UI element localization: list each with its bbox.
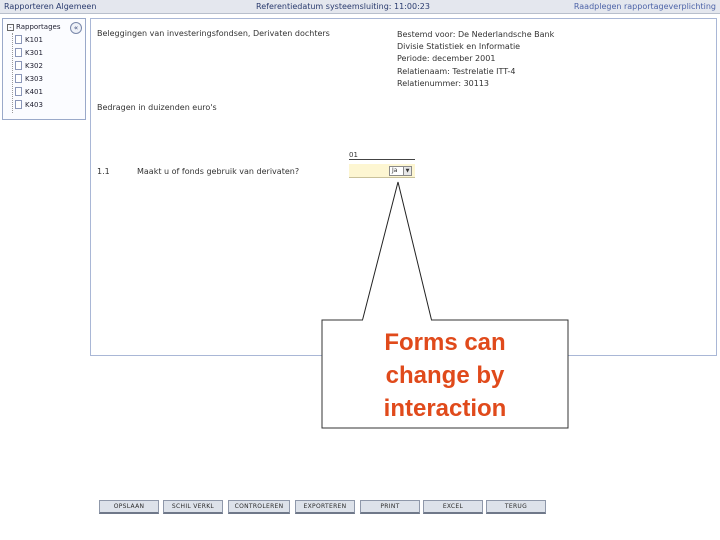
callout-line: interaction <box>383 395 507 422</box>
answer-select[interactable]: Ja ▼ <box>389 166 412 176</box>
amount-unit-note: Bedragen in duizenden euro's <box>97 103 217 112</box>
collapse-panel-button[interactable]: « <box>70 22 82 34</box>
callout-text: Forms can change by interaction <box>322 326 568 425</box>
menu-item-algemeen[interactable]: Algemeen <box>56 2 96 11</box>
save-button[interactable]: OPSLAAN <box>99 500 159 514</box>
question-label: Maakt u of fonds gebruik van derivaten? <box>137 167 300 176</box>
action-button-row: OPSLAAN SCHIL VERKL CONTROLEREN EXPORTER… <box>0 500 720 516</box>
info-line: Divisie Statistiek en Informatie <box>397 42 521 52</box>
back-button[interactable]: TERUG <box>486 500 546 514</box>
tree-item-label: K401 <box>25 87 43 96</box>
consult-obligation-link[interactable]: Raadplegen rapportageverplichting <box>574 2 716 11</box>
tree-root-label: Rapportages <box>16 23 61 31</box>
expand-box-icon[interactable]: - <box>7 23 14 31</box>
tree-item[interactable]: K301 <box>15 48 43 57</box>
form-title: Beleggingen van investeringsfondsen, Der… <box>97 29 330 38</box>
tree-item[interactable]: K303 <box>15 74 43 83</box>
tree-item-label: K301 <box>25 48 43 57</box>
tree-item[interactable]: K302 <box>15 61 43 70</box>
column-underline <box>349 159 415 160</box>
document-icon <box>15 100 22 109</box>
tree-item[interactable]: K403 <box>15 100 43 109</box>
question-number: 1.1 <box>97 167 110 176</box>
excel-button[interactable]: EXCEL <box>423 500 483 514</box>
export-button[interactable]: EXPORTEREN <box>295 500 355 514</box>
callout-line: change by <box>385 362 505 389</box>
dropdown-arrow-icon[interactable]: ▼ <box>403 167 411 175</box>
report-info-block: Bestemd voor: De Nederlandsche Bank Divi… <box>397 29 554 90</box>
callout-line: Forms can <box>384 329 506 356</box>
menu-bar: Rapporteren Algemeen Referentiedatum sys… <box>0 0 720 14</box>
tree-item-label: K101 <box>25 35 43 44</box>
document-icon <box>15 35 22 44</box>
tree-item-label: K302 <box>25 61 43 70</box>
document-icon <box>15 87 22 96</box>
tree-item[interactable]: K101 <box>15 35 43 44</box>
info-line: Relatienaam: Testrelatie ITT-4 <box>397 66 516 76</box>
document-icon <box>15 48 22 57</box>
document-icon <box>15 61 22 70</box>
tree-item[interactable]: K401 <box>15 87 43 96</box>
form-panel: Beleggingen van investeringsfondsen, Der… <box>90 18 717 356</box>
answer-cell: Ja ▼ <box>349 164 415 178</box>
tree-connector-line <box>12 33 13 113</box>
explain-differences-button[interactable]: SCHIL VERKL <box>163 500 223 514</box>
reference-date: Referentiedatum systeemsluiting: 11:00:2… <box>256 2 430 11</box>
report-tree-panel: - Rapportages « K101 K301 K302 K303 K401… <box>2 18 86 120</box>
document-icon <box>15 74 22 83</box>
menu-item-rapporteren[interactable]: Rapporteren <box>4 2 54 11</box>
tree-item-label: K303 <box>25 74 43 83</box>
tree-item-label: K403 <box>25 100 43 109</box>
info-line: Periode: december 2001 <box>397 54 496 64</box>
print-button[interactable]: PRINT <box>360 500 420 514</box>
tree-root[interactable]: - Rapportages <box>7 23 60 31</box>
column-code: 01 <box>349 151 358 159</box>
validate-button[interactable]: CONTROLEREN <box>228 500 290 514</box>
info-line: Bestemd voor: De Nederlandsche Bank <box>397 30 555 39</box>
answer-value: Ja <box>392 167 398 174</box>
info-line: Relatienummer: 30113 <box>397 78 490 88</box>
